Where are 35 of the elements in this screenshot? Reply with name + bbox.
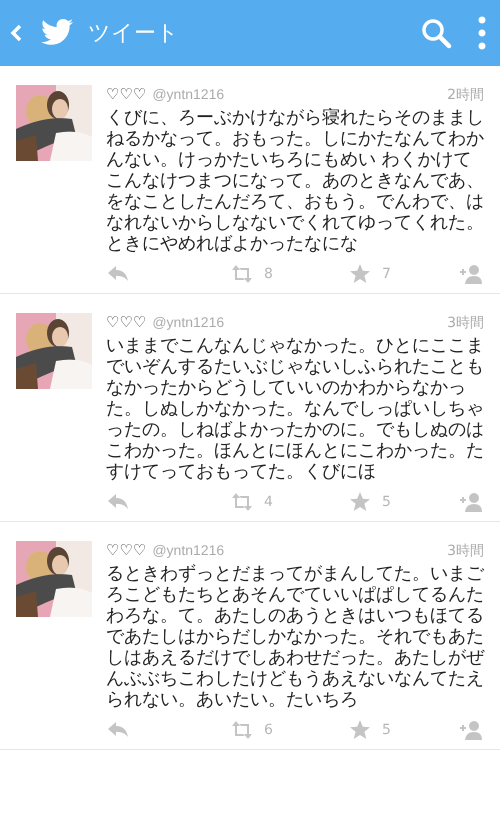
add-person-icon[interactable] [458,492,482,512]
back-icon[interactable] [10,24,22,42]
timestamp: 3時間 [447,314,484,332]
reply-icon[interactable] [106,264,130,284]
reply-icon[interactable] [106,492,130,512]
star-icon[interactable] [348,492,372,512]
retweet-count: 6 [264,722,273,738]
favorite-count: 5 [382,494,391,510]
more-options-icon[interactable] [478,16,486,50]
timestamp: 2時間 [447,86,484,104]
add-person-icon[interactable] [458,720,482,740]
user-handle: @yntn1216 [152,86,226,102]
star-icon[interactable] [348,264,372,284]
favorite-count: 5 [382,722,391,738]
screen-title: ツイート [88,20,180,48]
tweet-text: るときわずっとだまってがまんしてた。いまごろこどもたちとあそんでていいぱぱしてるんたわろな。て。あたしのあうときはいつもほてるであたしはからだしかなかった。それでもあたしはあえるだけでしあわせだった。あたしがぜんぶぶちこわしたけどもうあえないなんてたえられない。あいたい。たいちろ [106,563,484,710]
star-icon[interactable] [348,720,372,740]
tweet-text: いままでこんなんじゃなかった。ひとにここまでいぞんするたいぶじゃないしふられたこともなかったからどうしていいのかわからなかった。しぬしかなかった。なんでしっぱいしちゃったの。しねばよかったかのに。でもしぬのはこわかった。ほんとにほんとにこわかった。たすけてっておもってた。くびにほ [106,335,484,482]
add-person-icon[interactable] [458,264,482,284]
user-handle: @yntn1216 [152,314,226,330]
search-icon[interactable] [420,17,452,49]
retweet-icon[interactable] [230,264,254,284]
display-name: ♡♡♡ [106,541,146,559]
bird-icon [40,18,74,48]
user-handle: @yntn1216 [152,542,226,558]
retweet-count: 4 [264,494,273,510]
display-name: ♡♡♡ [106,313,146,331]
display-name: ♡♡♡ [106,85,146,103]
tweet-text: くびに、ろーぶかけながら寝れたらそのまましねるかなって。おもった。しにかたなんてわかんない。けっかたいちろにもめい わくかけてこんなけつまつになって。あのときなんであ、をなことしたんだろて、おもう。でんわで、はなれないからしなないでくれてゆってくれた。ときにやめればよかったなにな [106,107,484,254]
retweet-icon[interactable] [230,720,254,740]
reply-icon[interactable] [106,720,130,740]
retweet-count: 8 [264,266,273,282]
timestamp: 3時間 [447,542,484,560]
retweet-icon[interactable] [230,492,254,512]
favorite-count: 7 [382,266,391,282]
